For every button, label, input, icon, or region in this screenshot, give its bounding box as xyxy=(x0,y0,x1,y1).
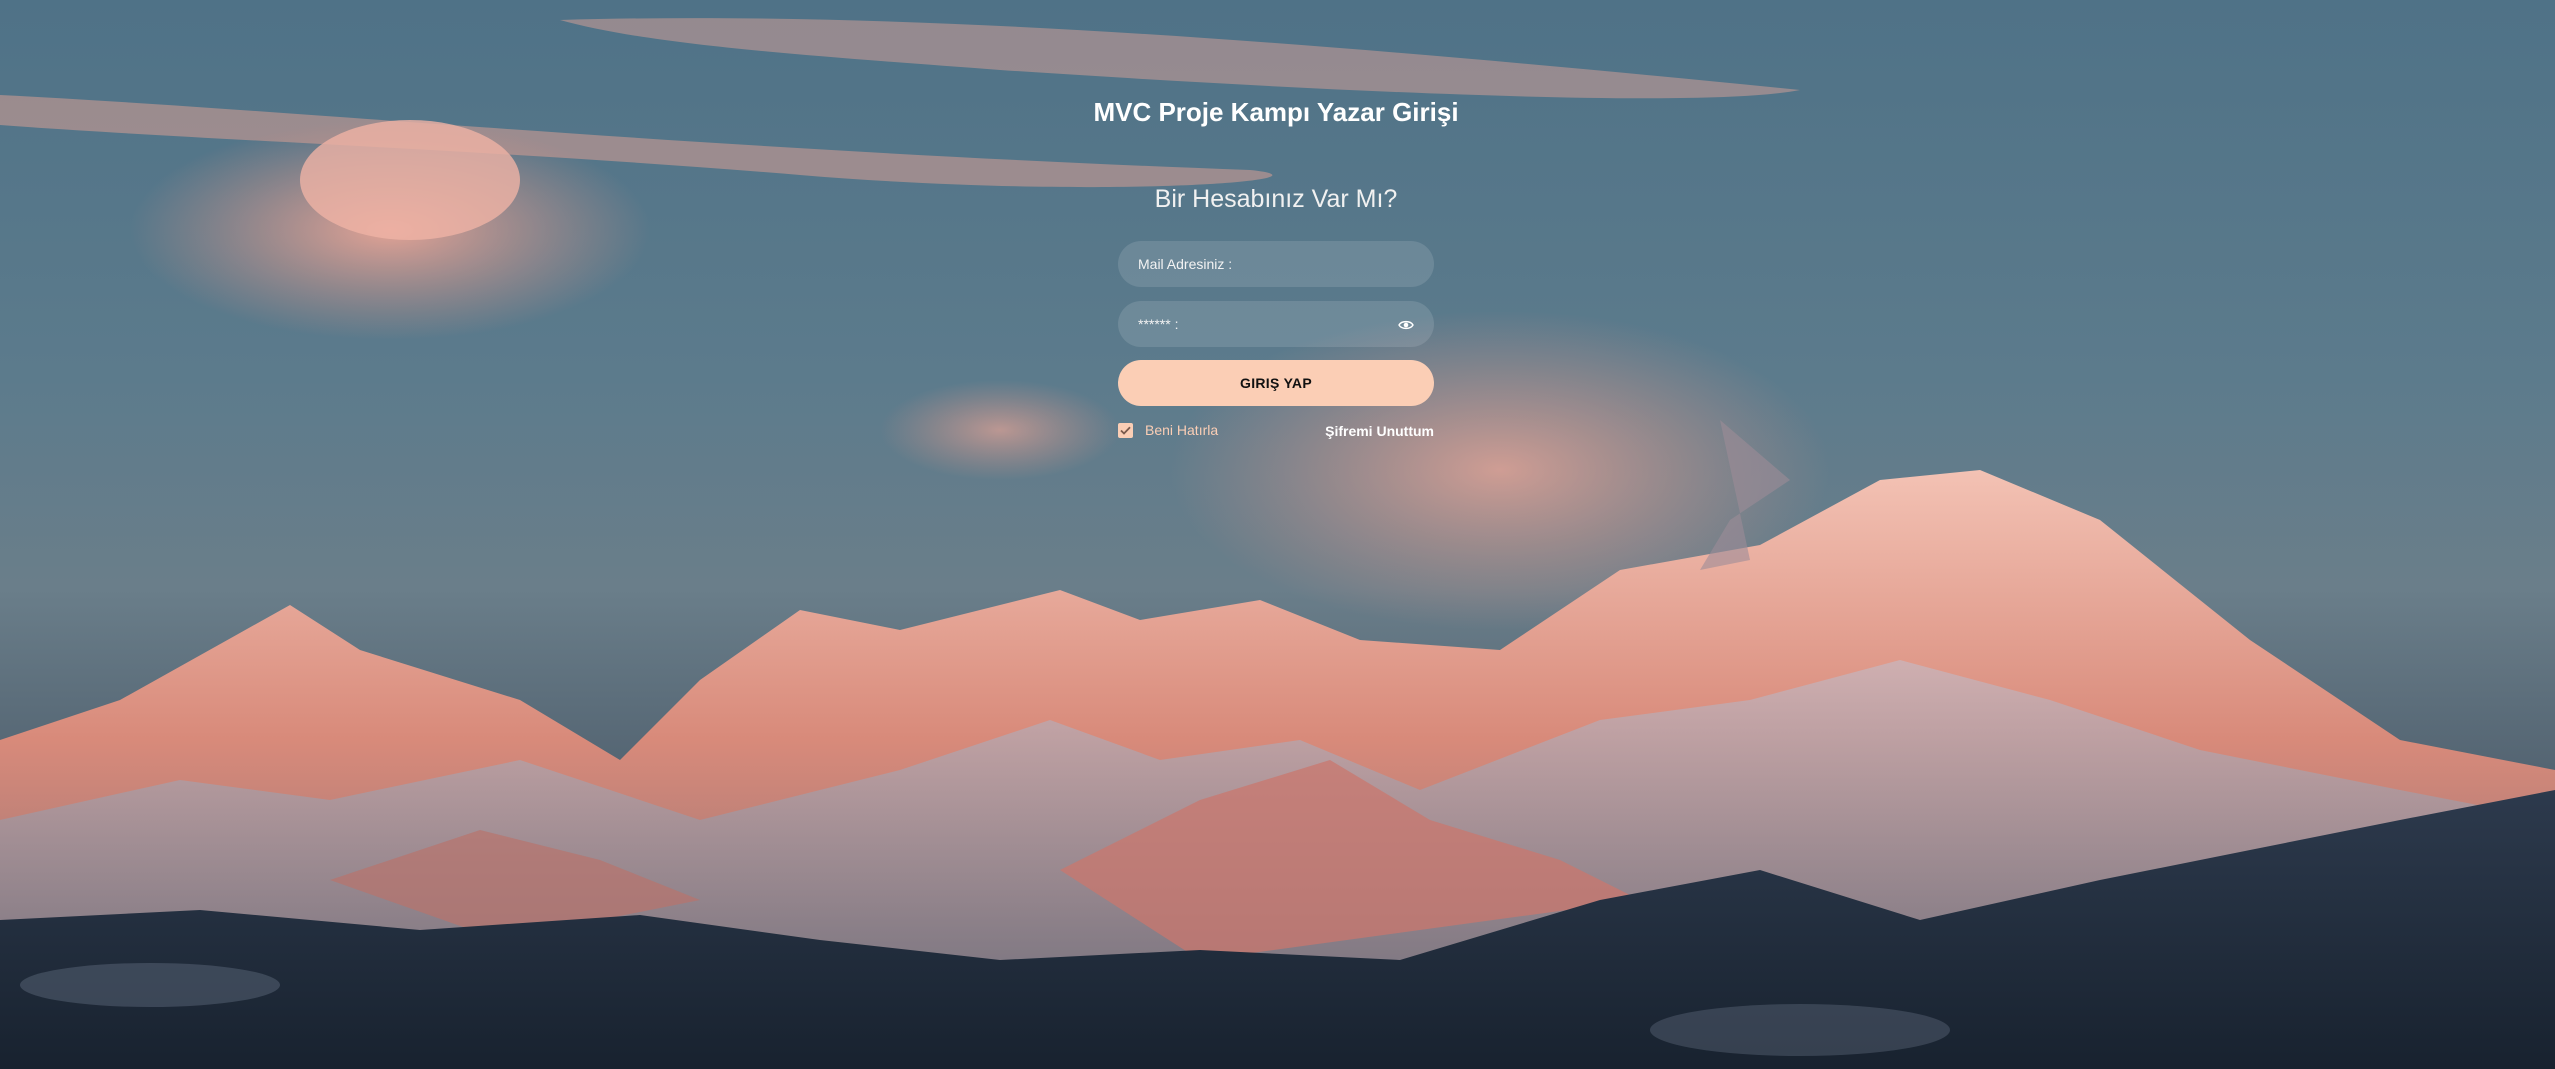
forgot-password-link[interactable]: Şifremi Unuttum xyxy=(1325,422,1434,441)
remember-me-checkbox[interactable] xyxy=(1118,422,1133,438)
remember-me[interactable]: Beni Hatırla xyxy=(1118,422,1218,438)
mountain-landscape xyxy=(0,18,2555,1069)
login-subtitle: Bir Hesabınız Var Mı? xyxy=(1154,185,1398,213)
eye-icon[interactable] xyxy=(1398,318,1414,330)
checkmark-icon xyxy=(1120,426,1131,435)
password-field[interactable] xyxy=(1138,316,1392,332)
password-field-wrapper xyxy=(1118,301,1434,347)
background-image xyxy=(0,0,2555,1069)
email-field[interactable] xyxy=(1138,256,1414,272)
page-title: MVC Proje Kampı Yazar Girişi xyxy=(1093,97,1459,127)
email-field-wrapper xyxy=(1118,241,1434,287)
login-button[interactable]: GIRIŞ YAP xyxy=(1118,360,1434,406)
remember-me-label: Beni Hatırla xyxy=(1145,422,1219,438)
